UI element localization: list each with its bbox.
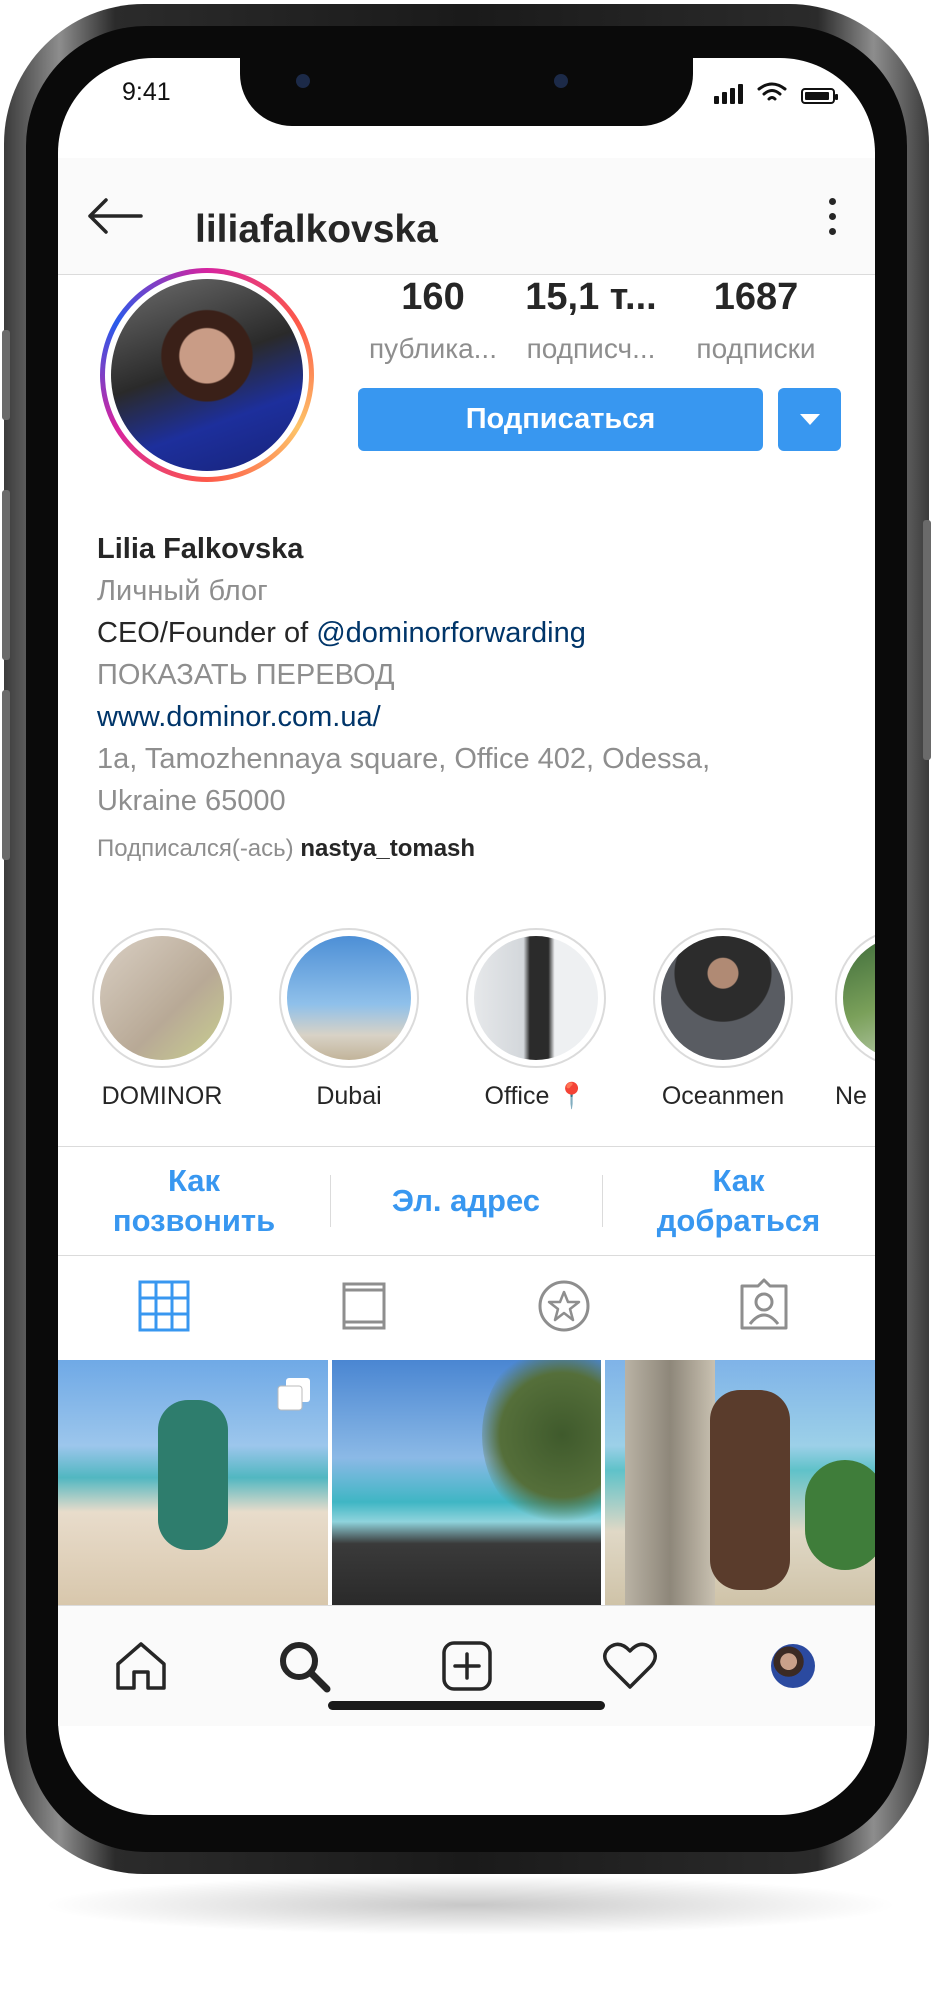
post-thumbnail[interactable] <box>58 1360 328 1605</box>
profile-full-name: Lilia Falkovska <box>97 533 304 565</box>
followers-label: подписч... <box>526 333 656 364</box>
email-label: Эл. адрес <box>391 1183 541 1218</box>
followers-count: 15,1 т... <box>525 276 657 318</box>
stat-posts[interactable]: 160 публика... <box>358 276 508 365</box>
saved-icon[interactable] <box>534 1276 594 1336</box>
post-tree <box>482 1360 601 1530</box>
search-button[interactable] <box>274 1636 334 1696</box>
address-line-2[interactable]: Ukraine 65000 <box>97 780 837 822</box>
phone-screen: 9:41 liliafalkovska 160 публика... 15,1 … <box>58 58 875 1815</box>
post-figure <box>158 1400 228 1550</box>
grid-icon[interactable] <box>134 1276 194 1336</box>
phone-shadow <box>40 1875 900 1935</box>
multiple-photos-icon <box>277 1378 310 1411</box>
battery-icon <box>801 88 838 104</box>
feed-icon[interactable] <box>334 1276 394 1336</box>
status-time: 9:41 <box>122 78 171 106</box>
highlight-dominor[interactable]: DOMINOR <box>87 928 237 1111</box>
post-figure <box>710 1390 790 1590</box>
email-button[interactable]: Эл. адрес <box>330 1147 602 1255</box>
bio-text: CEO/Founder of @dominorforwarding <box>97 612 837 654</box>
following-label: подписки <box>696 333 816 364</box>
website-link[interactable]: www.dominor.com.ua/ <box>97 696 837 738</box>
highlight-cover <box>287 936 411 1060</box>
tagged-icon[interactable] <box>734 1276 794 1336</box>
call-button[interactable]: Как позвонить <box>58 1147 330 1255</box>
post-thumbnail[interactable] <box>332 1360 601 1605</box>
profile-category: Личный блог <box>97 575 268 607</box>
call-label-1: Как <box>167 1163 221 1198</box>
more-options-icon[interactable] <box>825 198 839 235</box>
highlight-cover <box>474 936 598 1060</box>
bio-mention-link[interactable]: @dominorforwarding <box>316 617 586 649</box>
directions-button[interactable]: Как добраться <box>602 1147 875 1255</box>
profile-tab-button[interactable] <box>763 1636 823 1696</box>
highlight-label: Office 📍 <box>484 1082 588 1110</box>
home-indicator <box>328 1701 605 1710</box>
follow-button[interactable]: Подписаться <box>358 388 763 451</box>
following-count: 1687 <box>713 276 799 318</box>
search-icon <box>280 1642 331 1693</box>
profile-avatar <box>771 1644 815 1688</box>
suggestions-dropdown-button[interactable] <box>778 388 841 451</box>
posts-label: публика... <box>368 333 497 364</box>
followed-by-user: nastya_tomash <box>300 835 476 862</box>
add-post-icon <box>442 1641 492 1691</box>
activity-button[interactable] <box>600 1636 660 1696</box>
bio-prefix: CEO/Founder of <box>97 617 317 649</box>
highlight-cover <box>661 936 785 1060</box>
volume-down-button <box>2 690 10 860</box>
profile-avatar[interactable] <box>100 268 314 482</box>
directions-label-2: добраться <box>656 1203 821 1238</box>
followed-by-prefix: Подписался(-ась) <box>97 835 301 862</box>
address-line-1[interactable]: 1a, Tamozhennaya square, Office 402, Ode… <box>97 738 837 780</box>
highlight-office[interactable]: Office 📍 <box>461 928 611 1111</box>
posts-count: 160 <box>401 276 465 318</box>
power-button <box>923 520 931 760</box>
mute-switch <box>2 330 10 420</box>
new-post-button[interactable] <box>437 1636 497 1696</box>
highlight-label: DOMINOR <box>101 1082 223 1110</box>
profile-photo <box>111 279 303 471</box>
heart-icon <box>603 1642 657 1689</box>
highlight-label: Oceanmen <box>661 1082 785 1110</box>
show-translation-link[interactable]: ПОКАЗАТЬ ПЕРЕВОД <box>97 654 837 696</box>
volume-up-button <box>2 490 10 660</box>
home-button[interactable] <box>111 1636 171 1696</box>
highlight-dubai[interactable]: Dubai <box>274 928 424 1111</box>
directions-label-1: Как <box>712 1163 765 1198</box>
contact-bar: Как позвонить Эл. адрес Как добраться <box>58 1146 875 1256</box>
highlight-cover <box>843 936 875 1060</box>
highlight-partial[interactable]: Ne <box>835 928 875 1111</box>
post-thumbnail[interactable] <box>605 1360 875 1605</box>
highlight-cover <box>100 936 224 1060</box>
profile-header: liliafalkovska <box>58 158 875 275</box>
front-camera <box>296 74 310 88</box>
profile-username: liliafalkovska <box>195 208 438 251</box>
back-arrow-icon[interactable] <box>86 198 144 234</box>
stat-followers[interactable]: 15,1 т... подписч... <box>516 276 666 365</box>
notch <box>240 58 693 126</box>
highlight-oceanmen[interactable]: Oceanmen <box>648 928 798 1111</box>
home-icon <box>116 1642 166 1690</box>
status-icons <box>714 82 838 104</box>
post-bush <box>805 1460 875 1570</box>
call-label-2: позвонить <box>112 1203 276 1238</box>
post-tree-trunk <box>625 1360 715 1605</box>
highlight-label: Dubai <box>316 1082 382 1110</box>
cellular-signal-icon <box>714 82 743 104</box>
stat-following[interactable]: 1687 подписки <box>676 276 836 365</box>
wifi-icon <box>757 82 787 101</box>
highlight-label: Ne <box>835 1082 867 1110</box>
bottom-navigation <box>58 1605 875 1726</box>
followed-by[interactable]: Подписался(-ась) nastya_tomash <box>97 828 837 870</box>
front-sensor <box>554 74 568 88</box>
